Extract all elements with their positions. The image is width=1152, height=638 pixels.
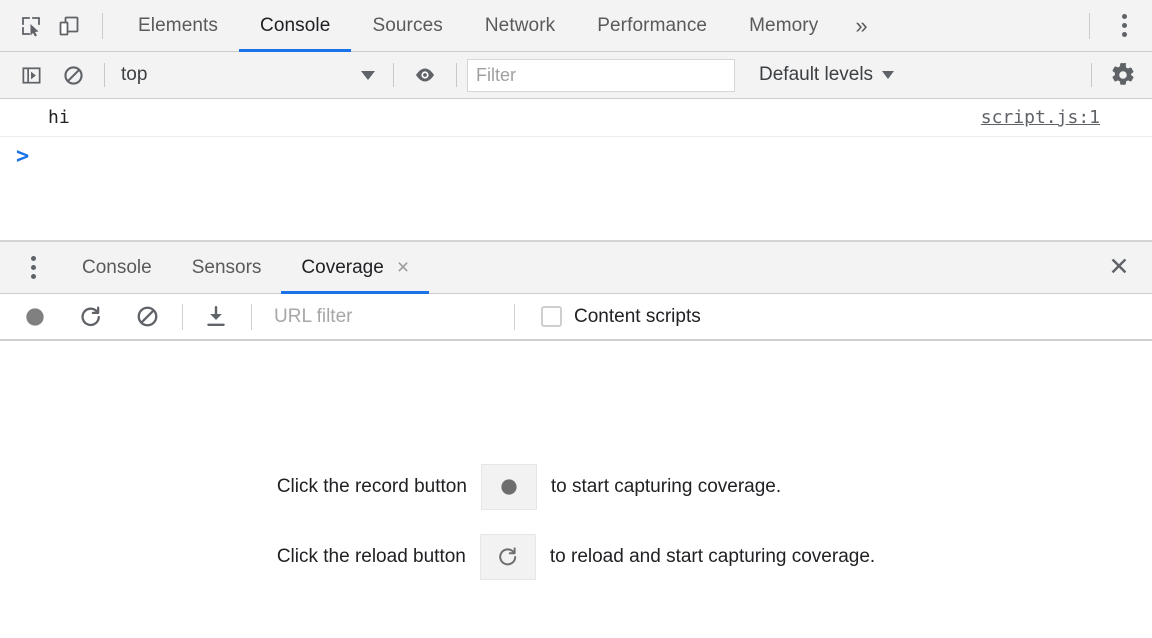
- tab-label: Network: [485, 15, 555, 37]
- execution-context-selector[interactable]: top: [115, 55, 383, 95]
- console-toolbar-divider-4: [1091, 63, 1092, 87]
- execution-context-value: top: [121, 64, 355, 86]
- reload-icon[interactable]: [70, 297, 112, 337]
- console-sidebar-icon[interactable]: [10, 55, 52, 95]
- record-circle-icon[interactable]: [481, 464, 537, 510]
- console-toolbar: top Default levels: [0, 52, 1152, 99]
- log-levels-value: Default levels: [759, 64, 873, 86]
- kebab-menu-icon[interactable]: [1104, 0, 1144, 52]
- clear-icon[interactable]: [126, 297, 168, 337]
- tab-label: Elements: [138, 15, 218, 37]
- hint-suffix-text: to reload and start capturing coverage.: [550, 546, 875, 568]
- toolbar-divider: [102, 13, 103, 39]
- drawer-tabbar: Console Sensors Coverage × ✕: [0, 242, 1152, 294]
- console-toolbar-divider-3: [456, 63, 457, 87]
- tab-label: Memory: [749, 15, 818, 37]
- tab-label: Console: [260, 15, 330, 37]
- prompt-arrow-icon: >: [16, 146, 29, 168]
- log-levels-selector[interactable]: Default levels: [747, 55, 906, 95]
- export-download-icon[interactable]: [195, 297, 237, 337]
- coverage-hint-reload: Click the reload button to reload and st…: [277, 534, 875, 580]
- clear-console-icon[interactable]: [52, 55, 94, 95]
- drawer-tab-label: Sensors: [192, 257, 262, 279]
- console-message-row[interactable]: hi script.js:1: [0, 99, 1152, 137]
- console-toolbar-divider-1: [104, 63, 105, 87]
- tab-label: Sources: [372, 15, 442, 37]
- tab-elements[interactable]: Elements: [117, 0, 239, 52]
- drawer-tab-sensors[interactable]: Sensors: [172, 242, 282, 294]
- tab-memory[interactable]: Memory: [728, 0, 839, 52]
- more-tabs-chevron-icon[interactable]: »: [839, 0, 883, 52]
- hint-prefix-text: Click the record button: [277, 476, 467, 498]
- devtools-main-tabbar: Elements Console Sources Network Perform…: [0, 0, 1152, 52]
- tab-sources[interactable]: Sources: [351, 0, 463, 52]
- coverage-toolbar: Content scripts: [0, 294, 1152, 341]
- tab-performance[interactable]: Performance: [576, 0, 728, 52]
- coverage-toolbar-divider-3: [514, 304, 515, 330]
- coverage-hint-list: Click the record button to start capturi…: [277, 464, 875, 580]
- chevron-down-icon: [361, 71, 375, 80]
- console-filter-input[interactable]: [467, 59, 735, 92]
- reload-icon[interactable]: [480, 534, 536, 580]
- devtools-drawer: Console Sensors Coverage × ✕: [0, 240, 1152, 638]
- console-prompt-row[interactable]: >: [0, 137, 1152, 177]
- drawer-tab-coverage[interactable]: Coverage ×: [281, 242, 429, 294]
- close-drawer-icon[interactable]: ✕: [1096, 242, 1142, 294]
- coverage-toolbar-divider-2: [251, 304, 252, 330]
- inspect-element-icon[interactable]: [12, 7, 50, 45]
- tab-network[interactable]: Network: [464, 0, 576, 52]
- coverage-empty-state: Click the record button to start capturi…: [0, 343, 1152, 638]
- drawer-tab-label: Coverage: [301, 257, 383, 279]
- close-tab-icon[interactable]: ×: [397, 257, 409, 278]
- close-drawer-glyph: ✕: [1109, 255, 1130, 280]
- toolbar-divider-right: [1089, 13, 1090, 39]
- live-expression-eye-icon[interactable]: [404, 55, 446, 95]
- more-tabs-label: »: [855, 13, 867, 39]
- console-message-text: hi: [48, 107, 70, 128]
- content-scripts-checkbox-row[interactable]: Content scripts: [541, 297, 701, 337]
- tab-console[interactable]: Console: [239, 0, 351, 52]
- content-scripts-checkbox[interactable]: [541, 306, 562, 327]
- url-filter-input[interactable]: [270, 300, 502, 334]
- gear-icon[interactable]: [1102, 55, 1144, 95]
- coverage-hint-record: Click the record button to start capturi…: [277, 464, 875, 510]
- content-scripts-label: Content scripts: [574, 306, 701, 328]
- drawer-kebab-menu-icon[interactable]: [18, 242, 48, 294]
- coverage-toolbar-divider-1: [182, 304, 183, 330]
- console-message-source-link[interactable]: script.js:1: [981, 107, 1100, 128]
- console-output-area: hi script.js:1 >: [0, 99, 1152, 232]
- chevron-down-icon: [882, 71, 894, 79]
- hint-suffix-text: to start capturing coverage.: [551, 476, 781, 498]
- tab-label: Performance: [597, 15, 707, 37]
- record-circle-icon[interactable]: [14, 297, 56, 337]
- console-toolbar-divider-2: [393, 63, 394, 87]
- drawer-tab-label: Console: [82, 257, 152, 279]
- device-toolbar-icon[interactable]: [50, 7, 88, 45]
- hint-prefix-text: Click the reload button: [277, 546, 466, 568]
- drawer-tab-console[interactable]: Console: [62, 242, 172, 294]
